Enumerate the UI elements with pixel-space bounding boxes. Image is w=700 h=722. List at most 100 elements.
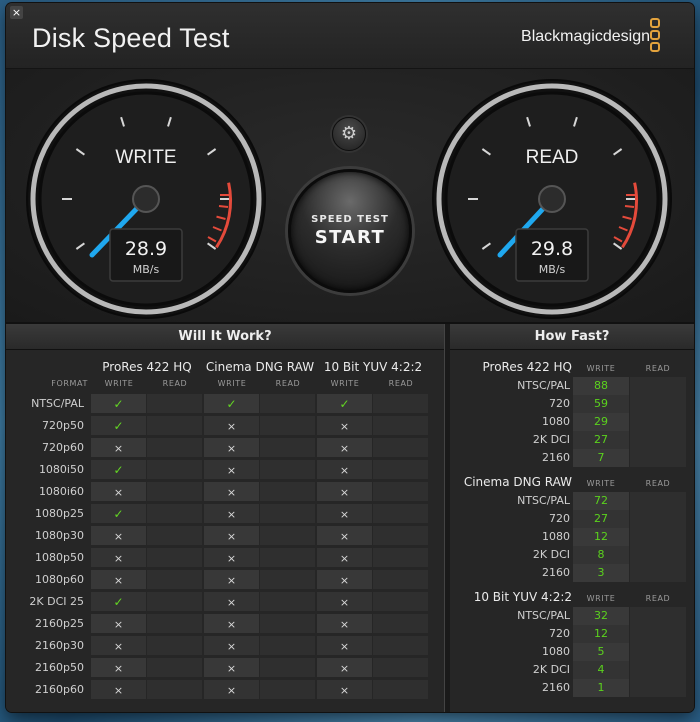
cross-icon: × [226, 508, 237, 521]
cross-icon: × [226, 574, 237, 587]
fast-write-value: 3 [573, 564, 629, 582]
fast-row-format: 2160 [542, 681, 570, 694]
cross-icon: × [339, 684, 350, 697]
fast-read-value [630, 564, 686, 582]
check-icon: ✓ [339, 397, 350, 411]
fast-read-value [630, 449, 686, 467]
will-write-cell: × [204, 548, 259, 568]
will-group-title: ProRes 422 HQ [102, 360, 192, 374]
will-read-cell [373, 394, 428, 414]
will-read-cell [260, 680, 315, 700]
fast-read-value [630, 492, 686, 510]
write-speed-unit: MB/s [133, 263, 160, 276]
will-write-cell: × [204, 526, 259, 546]
fast-write-value: 7 [573, 449, 629, 467]
fast-write-value: 27 [573, 431, 629, 449]
will-write-col-label: WRITE [330, 379, 360, 388]
will-read-cell [373, 570, 428, 590]
fast-read-value [630, 679, 686, 697]
will-read-cell [260, 614, 315, 634]
cross-icon: × [226, 618, 237, 631]
will-read-cell [260, 658, 315, 678]
cross-icon: × [339, 662, 350, 675]
will-read-cell [147, 394, 202, 414]
check-icon: ✓ [113, 463, 124, 477]
fast-read-value [630, 528, 686, 546]
fast-row-format: NTSC/PAL [517, 609, 570, 622]
will-read-cell [147, 636, 202, 656]
will-write-cell: × [317, 592, 372, 612]
will-write-cell: × [317, 526, 372, 546]
fast-row-format: 2K DCI [532, 433, 570, 446]
close-button[interactable]: × [10, 6, 23, 19]
format-col-label: FORMAT [51, 379, 88, 388]
fast-write-value: 1 [573, 679, 629, 697]
will-read-cell [147, 614, 202, 634]
will-read-cell [260, 438, 315, 458]
will-read-cell [260, 394, 315, 414]
fast-group-title: 10 Bit YUV 4:2:2 [473, 590, 572, 604]
speed-test-start-button[interactable]: SPEED TEST START [288, 169, 412, 293]
will-read-cell [373, 416, 428, 436]
will-write-cell: ✓ [91, 592, 146, 612]
will-read-cell [147, 570, 202, 590]
will-read-cell [260, 548, 315, 568]
will-read-cell [373, 680, 428, 700]
will-it-work-header: Will It Work? [6, 324, 444, 350]
read-speed-value: 29.8 [531, 238, 573, 260]
fast-read-value [630, 510, 686, 528]
will-read-cell [147, 658, 202, 678]
will-write-cell: × [91, 614, 146, 634]
fast-read-col-label: READ [645, 594, 671, 603]
will-write-cell: × [204, 614, 259, 634]
fast-read-col-label: READ [645, 479, 671, 488]
will-write-cell: × [317, 416, 372, 436]
settings-gear-icon[interactable]: ⚙ [332, 117, 366, 151]
check-icon: ✓ [113, 595, 124, 609]
cross-icon: × [226, 684, 237, 697]
results-panel: Will It Work? How Fast? ProRes 422 HQ WRI… [6, 324, 694, 712]
cross-icon: × [226, 640, 237, 653]
start-button-label: START [314, 227, 386, 248]
check-icon: ✓ [113, 507, 124, 521]
start-button-caption: SPEED TEST [311, 214, 389, 225]
will-row-format: 1080p60 [35, 573, 84, 586]
cross-icon: × [226, 464, 237, 477]
cross-icon: × [113, 618, 124, 631]
cross-icon: × [226, 420, 237, 433]
fast-write-value: 5 [573, 643, 629, 661]
cross-icon: × [113, 486, 124, 499]
fast-row-format: 1080 [542, 415, 570, 428]
will-row-format: 2160p25 [35, 617, 84, 630]
cross-icon: × [226, 486, 237, 499]
will-write-col-label: WRITE [217, 379, 247, 388]
will-write-cell: × [91, 636, 146, 656]
will-row-format: 1080i60 [38, 485, 84, 498]
will-read-cell [147, 592, 202, 612]
will-write-cell: × [91, 438, 146, 458]
will-write-cell: × [317, 504, 372, 524]
fast-row-format: 720 [549, 627, 570, 640]
cross-icon: × [113, 530, 124, 543]
fast-write-value: 8 [573, 546, 629, 564]
gauge-panel: WRITE 28.9 MB/s ⚙ SPEED TEST START READ … [6, 69, 694, 324]
cross-icon: × [226, 596, 237, 609]
will-read-cell [373, 482, 428, 502]
will-read-cell [260, 482, 315, 502]
fast-write-value: 72 [573, 492, 629, 510]
fast-write-value: 27 [573, 510, 629, 528]
will-read-cell [373, 438, 428, 458]
write-speed-value: 28.9 [125, 238, 167, 260]
will-write-cell: × [91, 548, 146, 568]
fast-write-value: 32 [573, 607, 629, 625]
will-write-cell: × [204, 636, 259, 656]
will-read-cell [373, 460, 428, 480]
fast-read-value [630, 431, 686, 449]
fast-read-value [630, 377, 686, 395]
write-gauge: WRITE 28.9 MB/s [26, 79, 266, 319]
fast-group-title: Cinema DNG RAW [463, 475, 572, 489]
will-read-cell [260, 526, 315, 546]
fast-write-col-label: WRITE [586, 594, 616, 603]
will-write-cell: ✓ [91, 416, 146, 436]
will-row-format: 2160p50 [35, 661, 84, 674]
